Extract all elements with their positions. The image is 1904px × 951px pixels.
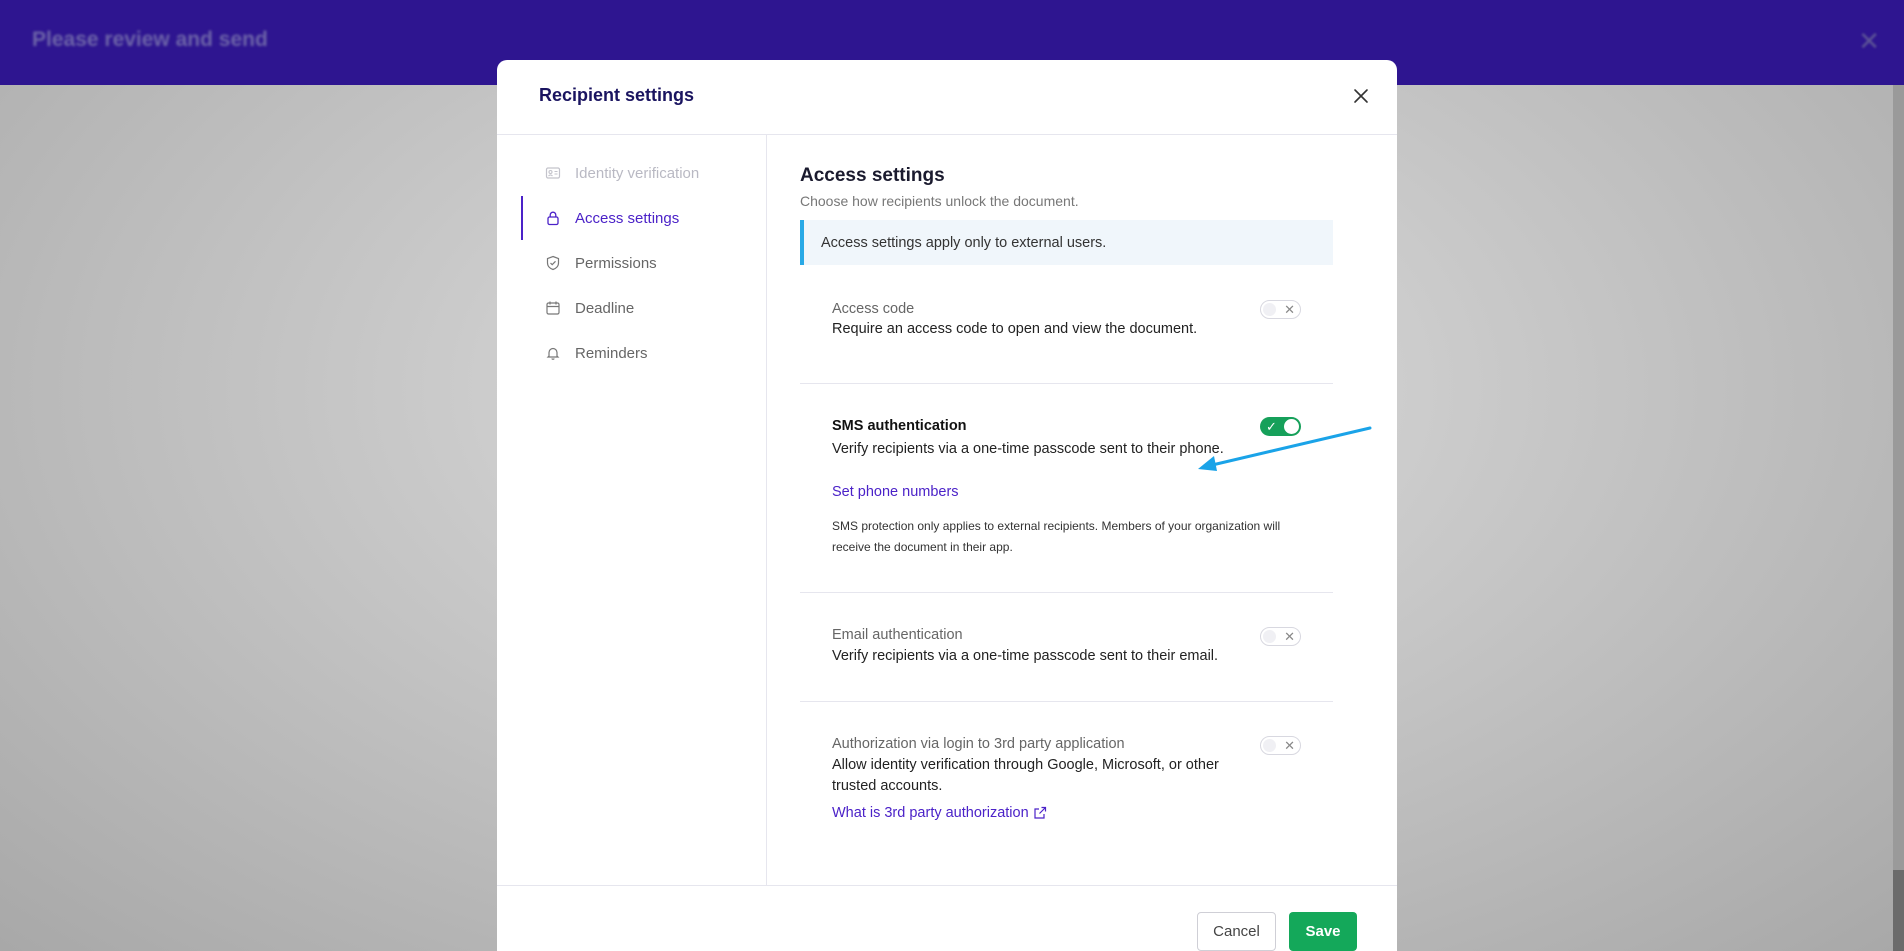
page-title: Please review and send <box>32 28 268 51</box>
x-icon: ✕ <box>1284 629 1295 644</box>
sidebar-item-permissions[interactable]: Permissions <box>521 241 766 285</box>
setting-description: Allow identity verification through Goog… <box>832 757 1219 794</box>
close-icon[interactable] <box>1347 82 1375 110</box>
info-text: Access settings apply only to external u… <box>821 234 1107 251</box>
cancel-button[interactable]: Cancel <box>1197 912 1276 951</box>
modal-footer: Cancel Save <box>497 885 1397 951</box>
bell-icon <box>545 345 561 361</box>
sidebar-item-label: Access settings <box>575 209 680 227</box>
toggle-knob <box>1263 303 1276 316</box>
lock-icon <box>545 210 561 226</box>
sidebar-item-deadline[interactable]: Deadline <box>521 286 766 330</box>
setting-third-party-authorization: Authorization via login to 3rd party app… <box>800 702 1333 852</box>
setting-email-authentication: Email authentication Verify recipients v… <box>800 593 1333 702</box>
modal-title: Recipient settings <box>539 85 695 105</box>
settings-sidebar: Identity verification Access settings Pe… <box>497 135 767 885</box>
calendar-icon <box>545 300 561 316</box>
toggle-knob <box>1263 630 1276 643</box>
shield-icon <box>545 255 561 271</box>
x-icon: ✕ <box>1284 302 1295 317</box>
sidebar-item-label: Reminders <box>575 344 648 362</box>
setting-access-code: Access code Require an access code to op… <box>800 285 1333 384</box>
external-link-icon <box>1033 806 1047 820</box>
sidebar-item-label: Identity verification <box>575 164 700 182</box>
sms-note: SMS protection only applies to external … <box>832 519 1281 554</box>
setting-description: Verify recipients via a one-time passcod… <box>832 648 1219 664</box>
save-button[interactable]: Save <box>1289 912 1357 951</box>
setting-title: Access code <box>832 301 915 317</box>
email-authentication-toggle[interactable]: ✕ <box>1260 627 1301 646</box>
access-code-toggle[interactable]: ✕ <box>1260 300 1301 319</box>
sidebar-item-label: Deadline <box>575 299 635 317</box>
sidebar-item-label: Permissions <box>575 254 657 272</box>
close-icon: ✕ <box>1858 26 1880 56</box>
setting-title: Authorization via login to 3rd party app… <box>832 736 1125 752</box>
x-icon: ✕ <box>1284 738 1295 753</box>
section-title: Access settings <box>800 165 945 186</box>
link-label: What is 3rd party authorization <box>832 805 1029 821</box>
modal-header: Recipient settings <box>497 60 1397 135</box>
recipient-settings-modal: Recipient settings Identity verification… <box>497 60 1397 951</box>
scrollbar-track[interactable] <box>1893 85 1904 951</box>
sidebar-item-reminders[interactable]: Reminders <box>521 331 766 375</box>
setting-description: Require an access code to open and view … <box>832 321 1198 337</box>
sidebar-item-identity-verification[interactable]: Identity verification <box>521 151 766 195</box>
id-card-icon <box>545 165 561 181</box>
sidebar-item-access-settings[interactable]: Access settings <box>521 196 766 240</box>
third-party-authorization-link[interactable]: What is 3rd party authorization <box>832 805 1047 821</box>
setting-title: Email authentication <box>832 627 963 643</box>
annotation-arrow-icon <box>1198 426 1372 471</box>
section-subtitle: Choose how recipients unlock the documen… <box>800 193 1079 209</box>
toggle-knob <box>1263 739 1276 752</box>
info-callout: Access settings apply only to external u… <box>800 220 1333 265</box>
set-phone-numbers-link[interactable]: Set phone numbers <box>832 484 959 500</box>
setting-sms-authentication: SMS authentication Verify recipients via… <box>800 384 1333 593</box>
scrollbar-thumb[interactable] <box>1893 870 1904 951</box>
third-party-authorization-toggle[interactable]: ✕ <box>1260 736 1301 755</box>
setting-title: SMS authentication <box>832 418 967 434</box>
